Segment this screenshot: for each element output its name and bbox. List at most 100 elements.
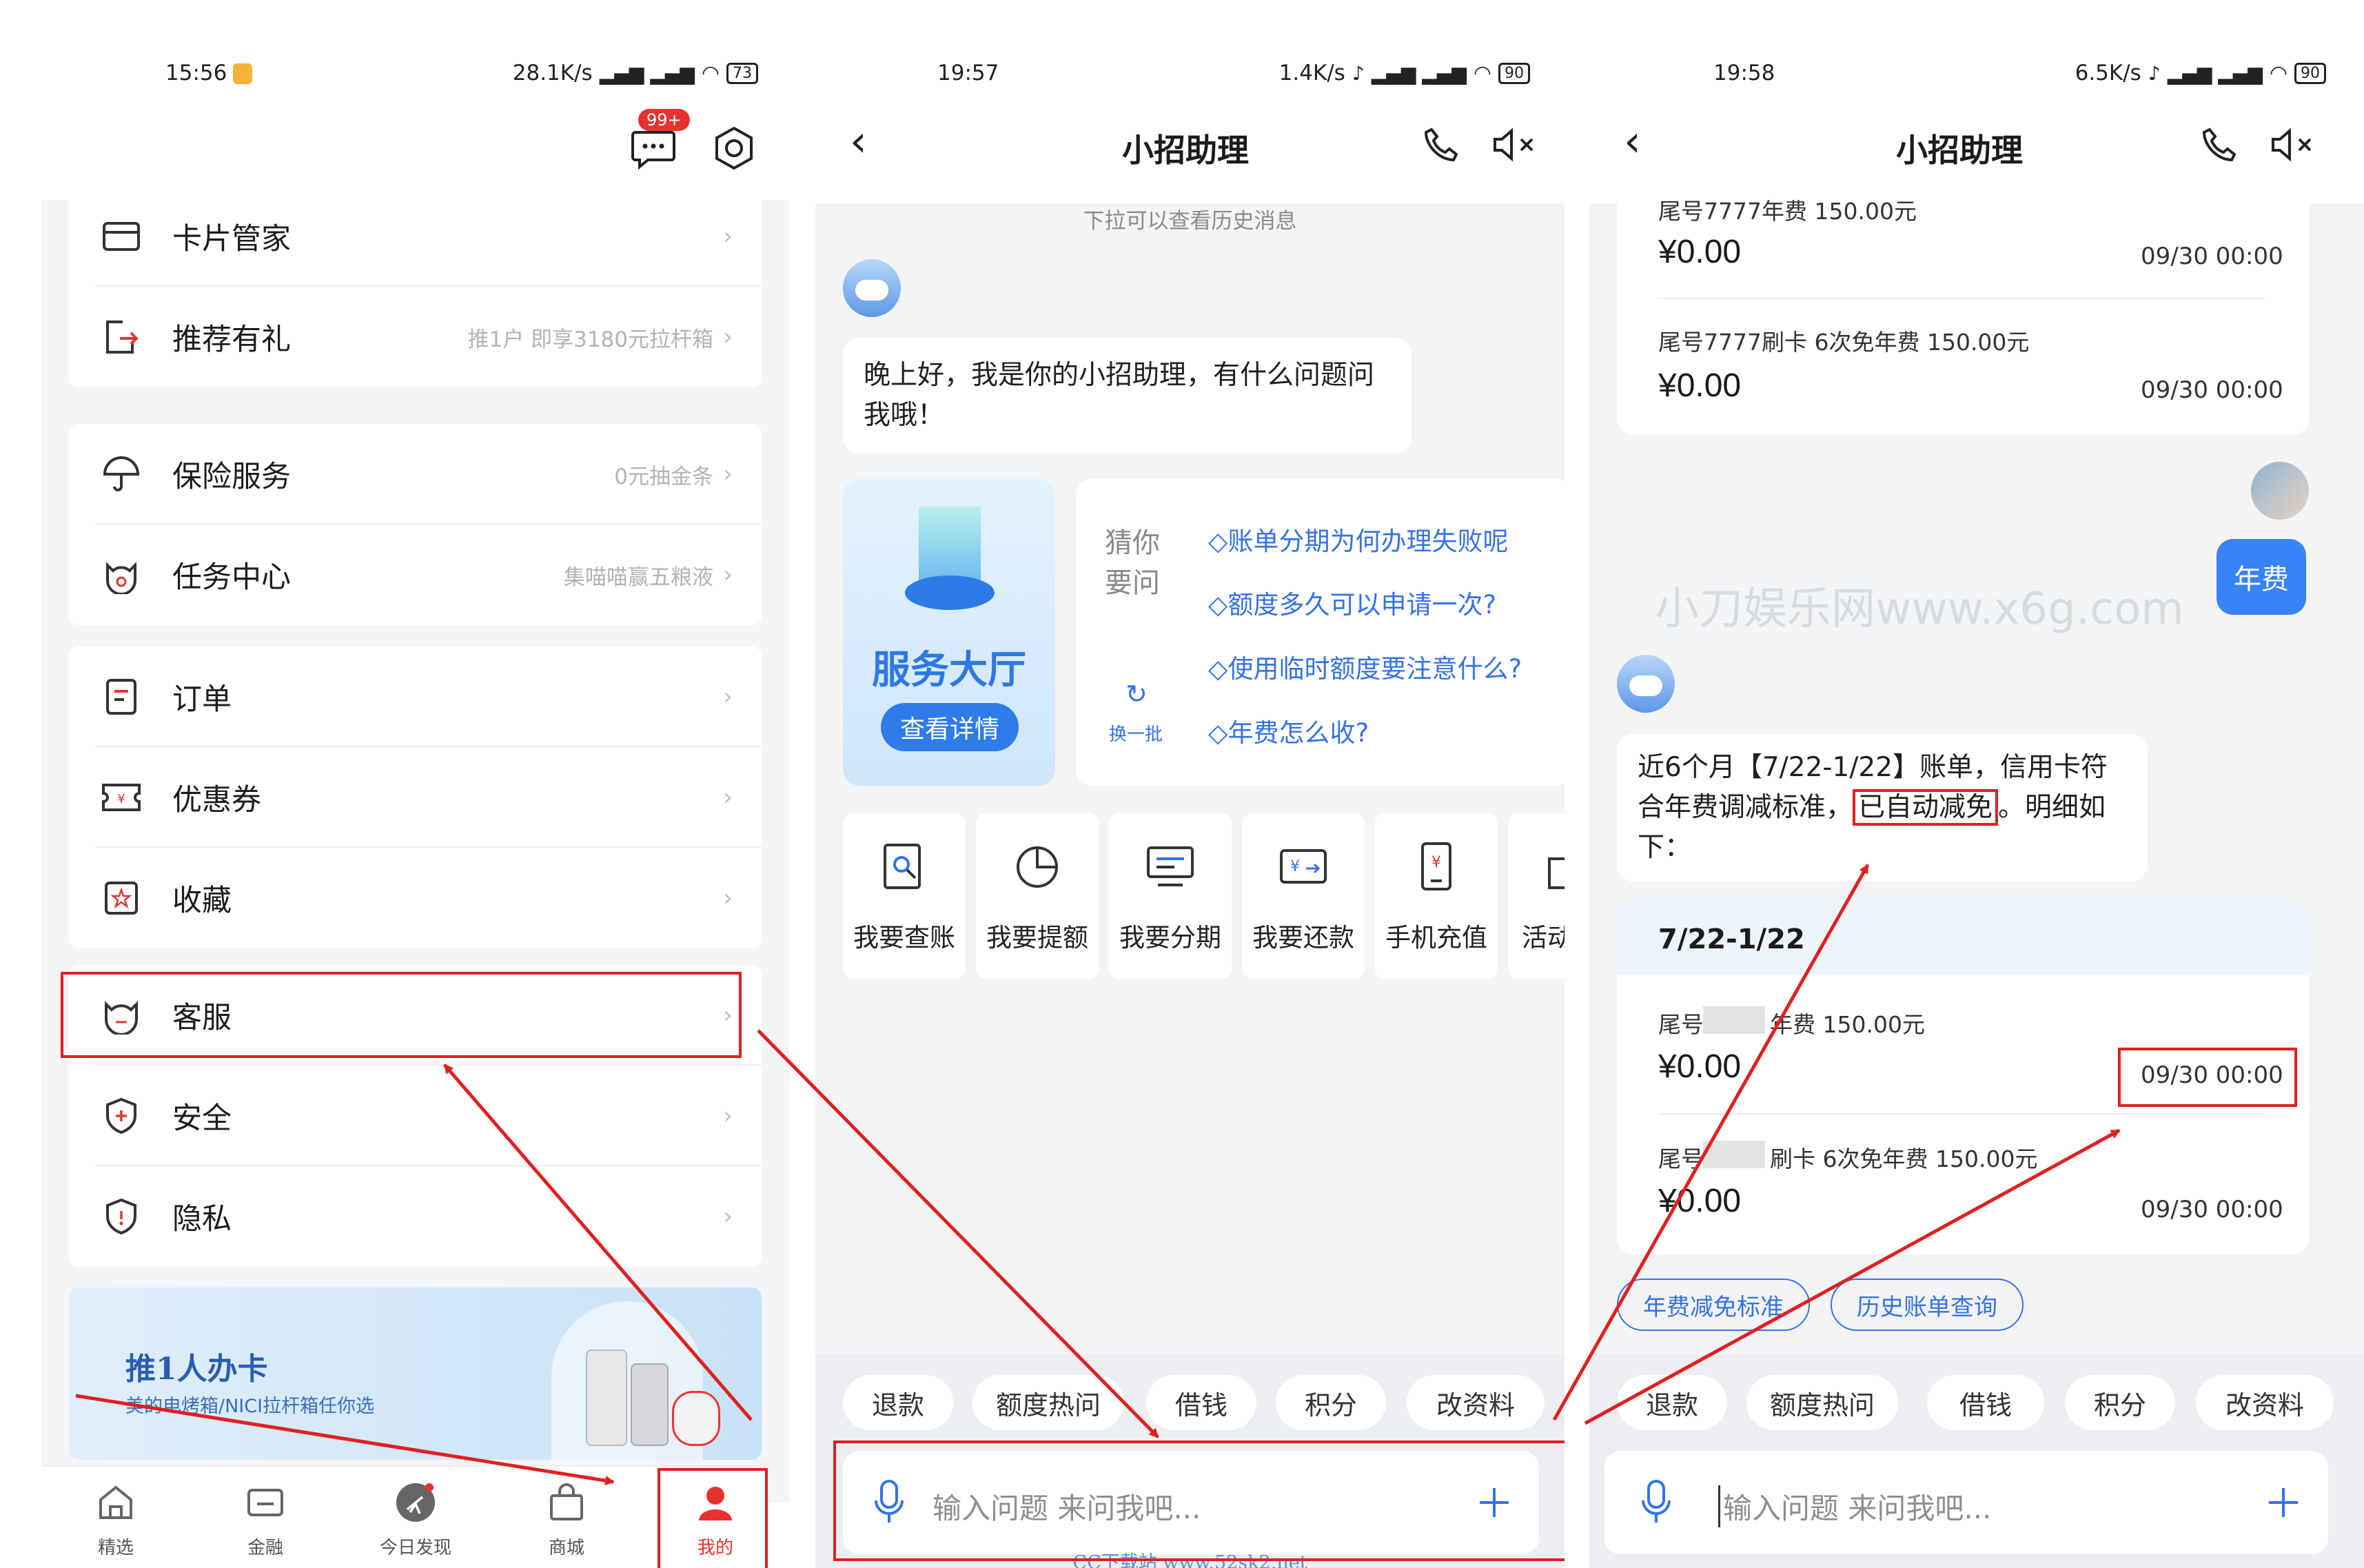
func-check-bill[interactable]: 我要查账 [843,813,966,979]
suggested-question[interactable]: ◇账单分期为何办理失败呢 [1208,520,1508,558]
share-icon [101,316,142,358]
menu-group-1: 卡片管家 › 推荐有礼 推1户 即享3180元拉杆箱 › [69,186,762,387]
guess-label-1: 猜你 [1105,527,1160,559]
menu-item-coupons[interactable]: ¥ 优惠券 › [69,747,762,848]
tab-label: 商城 [548,1538,584,1558]
svg-text:¥: ¥ [1290,858,1300,875]
bill-history-button[interactable]: 历史账单查询 [1831,1279,2024,1331]
func-installment[interactable]: 我要分期 [1109,813,1232,979]
promo-banner[interactable]: 推1人办卡 美的电烤箱/NICI拉杆箱任你选 [69,1287,762,1460]
svg-text:¥: ¥ [1431,854,1441,871]
favorite-icon [101,877,142,919]
status-bar: 19:57 1.4K/s ♪ ▂▄▆ ▂▄▆ ◠ 90 [815,0,1565,85]
quick-chip[interactable]: 借钱 [1927,1375,2044,1430]
tab-label: 金融 [247,1538,283,1558]
sound-toggle-button[interactable] [2269,125,2317,167]
view-details-button[interactable]: 查看详情 [881,703,1019,751]
microphone-icon[interactable] [1639,1478,1673,1527]
settings-icon [715,126,753,170]
quick-chip[interactable]: 积分 [2065,1375,2175,1430]
masked-card-number [1703,1006,1765,1034]
menu-item-security[interactable]: 安全 › [69,1066,762,1166]
highlight-date [2118,1048,2297,1107]
menu-item-orders[interactable]: 订单 › [69,646,762,747]
signal-icon: ▂▄▆ ▂▄▆ [2167,61,2263,85]
gift-icon [1548,857,1565,889]
tab-finance[interactable]: 金融 [224,1482,307,1559]
menu-item-referral[interactable]: 推荐有礼 推1户 即享3180元拉杆箱 › [69,287,762,387]
shopping-bag-icon [550,1483,583,1520]
tower-graphic [919,507,981,582]
bill-desc: 尾号7777刷卡 6次免年费 150.00元 [1658,329,2030,356]
menu-item-card-manager[interactable]: 卡片管家 › [69,186,762,287]
call-button[interactable] [2200,125,2239,167]
tab-label: 今日发现 [379,1538,451,1558]
quick-chip[interactable]: 额度热问 [972,1375,1124,1430]
menu-hint: 集喵喵赢五粮液 [564,564,713,590]
menu-label: 隐私 [172,1202,232,1236]
menu-item-task-center[interactable]: 任务中心 集喵喵赢五粮液 › [69,525,762,625]
back-button[interactable]: ‹ [1624,116,1641,166]
avatar-face [1629,675,1662,696]
order-icon [101,676,142,717]
chat-title: 小招助理 [1122,132,1249,169]
refresh-icon[interactable]: ↻ [1125,679,1148,709]
menu-item-privacy[interactable]: 隐私 › [69,1166,762,1267]
tab-mall[interactable]: 商城 [525,1482,608,1559]
bill-date: 09/30 00:00 [2141,1196,2283,1223]
menu-group-3: 订单 › ¥ 优惠券 › 收藏 › [69,646,762,948]
call-button[interactable] [1422,125,1460,167]
quick-chip[interactable]: 积分 [1276,1375,1386,1430]
tab-discover[interactable]: 今日发现 [374,1482,457,1559]
quick-chip[interactable]: 借钱 [1146,1375,1256,1430]
sound-toggle-button[interactable] [1491,125,1539,167]
func-activity[interactable]: 活动 [1508,813,1565,979]
message-button[interactable]: 99+ [629,109,690,175]
suggested-question[interactable]: ◇使用临时额度要注意什么? [1208,648,1522,685]
chat-input-bar[interactable]: 输入问题 来问我吧... [1604,1451,2328,1554]
assistant-avatar [843,259,901,317]
func-raise-limit[interactable]: 我要提额 [976,813,1099,979]
bill-amount: ¥0.00 [1658,1048,1742,1085]
user-message-bubble: 年费 [2217,539,2306,615]
refresh-label[interactable]: 换一批 [1109,720,1163,746]
cat-badge-icon [101,554,142,595]
banner-subtitle: 美的电烤箱/NICI拉杆箱任你选 [125,1396,375,1417]
menu-item-insurance[interactable]: 保险服务 0元抽金条 › [69,424,762,525]
mascot-image [672,1391,720,1446]
signal-icon: ▂▄▆ ▂▄▆ [1371,61,1467,85]
menu-item-favorites[interactable]: 收藏 › [69,848,762,948]
plus-icon[interactable] [2266,1485,2301,1520]
back-button[interactable]: ‹ [850,116,867,166]
quick-chip[interactable]: 额度热问 [1746,1375,1898,1430]
wallet-icon [247,1489,283,1516]
status-time: 19:58 [1713,61,1775,85]
guess-label-2: 要问 [1105,567,1160,599]
quick-chip[interactable]: 退款 [1617,1375,1727,1430]
suggested-question[interactable]: ◇年费怎么收? [1208,712,1369,749]
menu-hint: 推1户 即享3180元拉杆箱 [467,327,713,352]
tab-featured[interactable]: 精选 [74,1482,157,1559]
chevron-right-icon: › [723,223,733,250]
highlight-input-bar [833,1440,1565,1561]
chat-input-placeholder[interactable]: 输入问题 来问我吧... [1718,1485,1991,1527]
menu-label: 收藏 [172,884,232,918]
settings-button[interactable] [710,124,758,175]
pull-history-hint: 下拉可以查看历史消息 [1083,209,1297,234]
tab-label: 精选 [97,1538,134,1558]
reply-highlight: 已自动减免 [1853,789,1999,826]
func-repay[interactable]: ¥ 我要还款 [1242,813,1365,979]
shield-privacy-icon [101,1196,142,1237]
quick-chip[interactable]: 改资料 [1407,1375,1545,1430]
func-phone-topup[interactable]: ¥ 手机充值 [1375,813,1498,979]
quick-chip[interactable]: 改资料 [2196,1375,2334,1430]
quick-chip[interactable]: 退款 [843,1375,953,1430]
suggested-question[interactable]: ◇额度多久可以申请一次? [1208,584,1496,621]
svg-text:¥: ¥ [117,792,125,806]
telescope-icon [396,1483,435,1522]
chevron-right-icon: › [723,460,733,488]
fee-waiver-standard-button[interactable]: 年费减免标准 [1617,1279,1810,1331]
service-hall-card[interactable]: 服务大厅 查看详情 [843,479,1055,786]
home-icon [99,1485,132,1519]
coupon-icon: ¥ [101,777,142,818]
